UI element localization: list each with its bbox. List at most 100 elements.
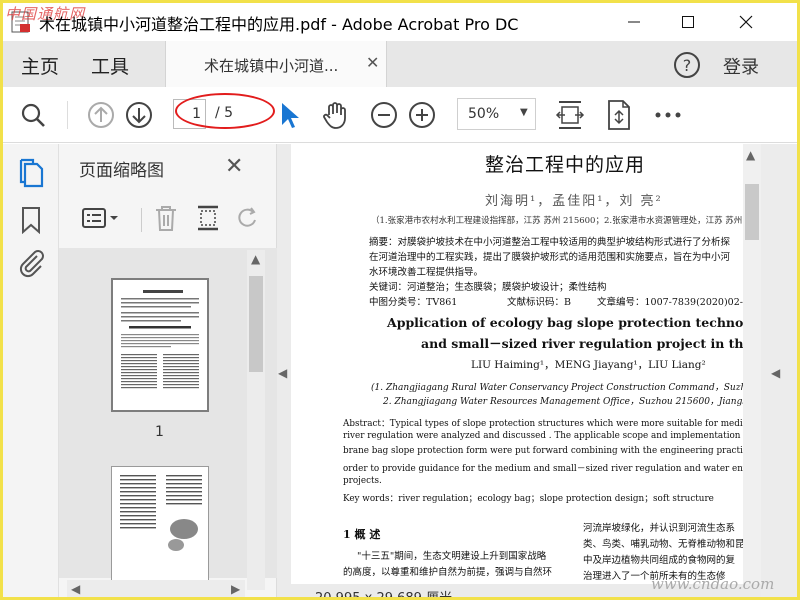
tab-tools[interactable]: 工具 (91, 52, 129, 79)
tab-document[interactable]: 术在城镇中小河道... ✕ (165, 41, 387, 87)
document-view: ◀ 整治工程中的应用 刘海明¹，孟佳阳¹，刘 亮² （1.张家港市农村水利工程建… (277, 144, 797, 597)
doc-english-abstract: river regulation were analyzed and discu… (343, 431, 743, 441)
login-button[interactable]: 登录 (723, 53, 759, 79)
doc-affiliation: （1.张家港市农村水利工程建设指挥部，江苏 苏州 215600；2.张家港市水资… (371, 216, 743, 226)
next-page-button[interactable] (123, 99, 155, 131)
doc-body-text: "十三五"期间，生态文明建设上升到国家战略 (357, 551, 547, 562)
doc-english-affiliation: (1. Zhangjiagang Rural Water Conservancy… (371, 383, 743, 393)
page-thumbnail[interactable] (111, 278, 209, 412)
tab-bar: 主页 工具 术在城镇中小河道... ✕ ? 登录 (3, 41, 797, 87)
thumbnail-scroll-thumb[interactable] (249, 276, 263, 372)
close-icon (739, 15, 753, 29)
close-window-button[interactable] (719, 3, 773, 41)
arrow-down-circle-icon (126, 102, 152, 128)
page-display-button[interactable] (603, 99, 635, 131)
page-thumbnail[interactable] (111, 466, 209, 586)
doc-body-text: 的高度，以尊重和维护自然为前提，强调与自然环 (343, 567, 553, 578)
window-title: 术在城镇中小河道整治工程中的应用.pdf - Adobe Acrobat Pro… (39, 15, 519, 34)
annotation-ellipse (175, 93, 275, 129)
title-bar: 中国通航网 术在城镇中小河道整治工程中的应用.pdf - Adobe Acrob… (3, 3, 797, 41)
bookmarks-button[interactable] (20, 206, 42, 238)
fit-page-button[interactable] (553, 99, 587, 131)
rotate-page-button[interactable] (235, 204, 261, 236)
right-tools-pane: ◀ (761, 144, 797, 597)
watermark-bottom-right: www.cndao.com (651, 575, 775, 593)
app-window: 中国通航网 术在城镇中小河道整治工程中的应用.pdf - Adobe Acrob… (0, 0, 800, 600)
rotate-icon (238, 207, 256, 227)
doc-article-number: 文章编号：1007-7839(2020)02-0016-05 (597, 297, 743, 308)
zoom-in-button[interactable] (407, 99, 437, 131)
more-horizontal-icon (655, 112, 681, 118)
cursor-arrow-icon (282, 103, 299, 128)
doc-body-text: 中及岸边植物共同组成的食物网的复 (583, 555, 736, 566)
doc-abstract-cn: 水环境改善工程提供指导。 (369, 267, 484, 278)
doc-title: 整治工程中的应用 (485, 154, 646, 176)
minimize-button[interactable] (607, 3, 661, 41)
fit-width-icon (555, 101, 585, 129)
thumbnail-options-button[interactable] (81, 206, 121, 234)
doc-english-title: Application of ecology bag slope protect… (387, 315, 743, 330)
search-icon (21, 103, 45, 127)
extract-pages-button[interactable] (195, 204, 221, 236)
doc-english-affiliation: 2. Zhangjiagang Water Resources Manageme… (383, 397, 743, 407)
page-break-icon (198, 205, 218, 231)
thumbnail-list: 1 (59, 248, 277, 586)
doc-class-number: 中图分类号：TV861 (369, 297, 458, 308)
chevron-down-icon: ▼ (520, 107, 528, 118)
scroll-up-icon[interactable]: ▲ (251, 252, 260, 266)
doc-abstract-cn: 摘要：对膜袋护坡技术在中小河道整治工程中较适用的典型护坡结构形式进行了分析探 (369, 237, 731, 248)
maximize-button[interactable] (661, 3, 715, 41)
doc-authors: 刘海明¹，孟佳阳¹，刘 亮² (485, 194, 663, 209)
delete-pages-button[interactable] (153, 204, 179, 236)
bookmark-icon (22, 207, 40, 235)
expand-right-pane-icon[interactable]: ◀ (771, 366, 780, 380)
close-tab-icon[interactable]: ✕ (366, 53, 379, 72)
help-icon[interactable]: ? (673, 51, 701, 79)
trash-icon (156, 206, 176, 231)
maximize-icon (682, 16, 694, 28)
doc-document-code: 文献标识码：B (507, 297, 571, 308)
thumbnail-page-number: 1 (155, 424, 164, 440)
doc-english-keywords: Key words：river regulation；ecology bag；s… (343, 494, 714, 504)
page-preview (113, 280, 207, 410)
close-panel-icon[interactable]: ✕ (225, 154, 243, 179)
paperclip-icon (19, 250, 44, 278)
scroll-right-icon[interactable]: ▶ (231, 582, 240, 596)
page-thumbnails-button[interactable] (17, 158, 45, 192)
zoom-dropdown[interactable]: 50% ▼ (457, 98, 536, 130)
zoom-in-icon (409, 102, 435, 128)
doc-english-abstract: projects. (343, 476, 382, 486)
doc-english-authors: LIU Haiming¹，MENG Jiayang¹，LIU Liang² (471, 359, 706, 371)
tab-home[interactable]: 主页 (21, 52, 59, 79)
scroll-left-icon[interactable]: ◀ (71, 582, 80, 596)
doc-section-heading: 1 概 述 (343, 528, 381, 541)
document-scroll-icon (608, 100, 630, 130)
arrow-up-circle-icon (88, 102, 114, 128)
navigation-rail (3, 144, 59, 597)
svg-text:?: ? (683, 56, 692, 75)
previous-page-button[interactable] (85, 99, 117, 131)
select-tool-button[interactable] (275, 99, 303, 131)
hand-tool-button[interactable] (319, 99, 351, 131)
doc-english-abstract: order to provide guidance for the medium… (343, 464, 743, 474)
search-button[interactable] (17, 99, 49, 131)
doc-english-title: and small－sized river regulation project… (421, 336, 743, 351)
zoom-out-button[interactable] (369, 99, 399, 131)
document-tab-label: 术在城镇中小河道... (204, 57, 339, 75)
toolbar (3, 87, 797, 143)
doc-body-text: 河流岸坡绿化，并认识到河流生态系 (583, 523, 736, 534)
panel-title: 页面缩略图 (79, 161, 164, 181)
attachments-button[interactable] (17, 248, 45, 282)
page-preview (112, 467, 208, 585)
document-scroll-thumb[interactable] (745, 184, 759, 240)
page-size-readout: 20.995 x 29.689 厘米 (315, 591, 453, 600)
pages-icon (19, 158, 44, 188)
zoom-out-icon (371, 102, 397, 128)
scroll-up-icon[interactable]: ▲ (746, 148, 755, 162)
collapse-left-icon[interactable]: ◀ (278, 366, 287, 380)
more-tools-button[interactable] (653, 99, 683, 131)
hand-icon (323, 102, 346, 129)
list-options-icon (82, 208, 118, 228)
doc-body-text: 类、鸟类、哺乳动物、无脊椎动物和昆 (583, 539, 743, 550)
thumbnail-horizontal-scrollbar[interactable] (67, 580, 245, 597)
